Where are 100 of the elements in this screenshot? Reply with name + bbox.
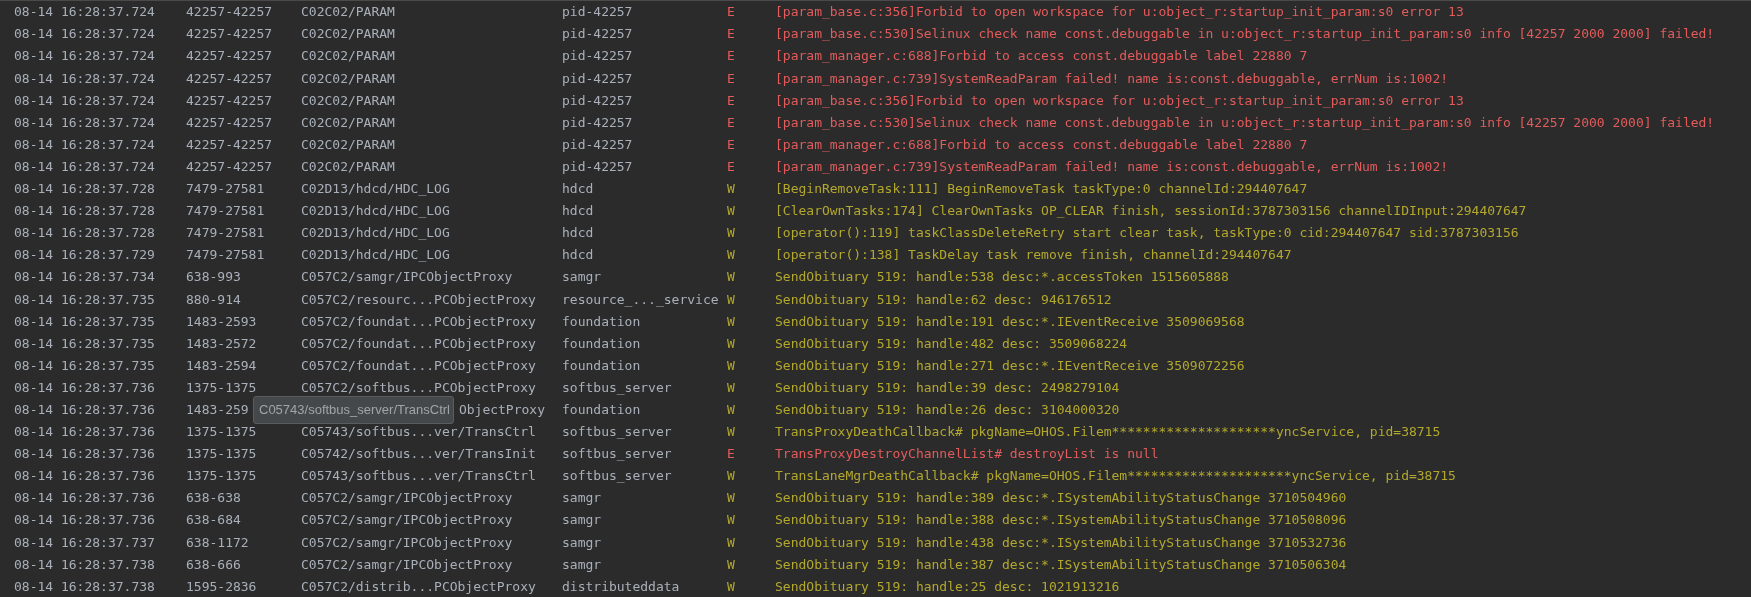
time-cell: 08-14 16:28:37.728 bbox=[14, 203, 155, 219]
app-cell: resource_..._service bbox=[562, 291, 719, 307]
tag-cell-text: C057C2/resourc...PCObjectProxy bbox=[301, 290, 536, 309]
app-cell: samgr bbox=[562, 556, 602, 572]
message-cell: [param_base.c:530]Selinux check name const.debuggable in u:object_r:startup_init_param:s0 info [42257 2000 2000] failed! bbox=[775, 26, 1715, 42]
level-cell: W bbox=[727, 534, 735, 550]
pid-cell: 1375-1375 bbox=[186, 379, 257, 395]
message-cell: [param_manager.c:688]Forbid to access const.debuggable label 22880 7 bbox=[775, 48, 1308, 64]
tag-cell-text: C02C02/PARAM bbox=[301, 135, 395, 154]
tag-cell-text: C02D13/hdcd/HDC_LOG bbox=[301, 202, 450, 221]
tag-cell-text: C057C2/foundat...PCObjectProxy bbox=[301, 356, 536, 375]
pid-cell: 42257-42257 bbox=[186, 48, 273, 64]
pid-cell: 7479-27581 bbox=[186, 247, 265, 263]
tag-cell-text: C02C02/PARAM bbox=[301, 25, 395, 44]
message-cell: TransLaneMgrDeathCallback# pkgName=OHOS.Filem*********************yncService, pid=38715 bbox=[775, 468, 1456, 484]
level-cell: W bbox=[727, 203, 735, 219]
app-cell: softbus_server bbox=[562, 424, 672, 440]
app-cell: samgr bbox=[562, 534, 602, 550]
pid-cell: 7479-27581 bbox=[186, 225, 265, 241]
pid-cell: 638-1172 bbox=[186, 534, 249, 550]
app-cell: foundation bbox=[562, 313, 641, 329]
time-cell: 08-14 16:28:37.734 bbox=[14, 269, 155, 285]
time-cell: 08-14 16:28:37.736 bbox=[14, 490, 155, 506]
app-cell: softbus_server bbox=[562, 446, 672, 462]
pid-cell: 638-666 bbox=[186, 556, 241, 572]
time-cell: 08-14 16:28:37.736 bbox=[14, 402, 155, 417]
tag-cell-text: C02C02/PARAM bbox=[301, 69, 395, 88]
message-cell: SendObituary 519: handle:271 desc:*.IEventReceive 3509072256 bbox=[775, 357, 1245, 373]
tooltip: C05743/softbus_server/TransCtrl bbox=[253, 396, 454, 424]
message-cell: SendObituary 519: handle:482 desc: 3509068224 bbox=[775, 335, 1128, 351]
pid-cell: 1375-1375 bbox=[186, 424, 257, 440]
tag-cell-text: C02C02/PARAM bbox=[301, 113, 395, 132]
message-cell: [param_base.c:530]Selinux check name const.debuggable in u:object_r:startup_init_param:s0 info [42257 2000 2000] failed! bbox=[775, 114, 1715, 130]
message-cell: SendObituary 519: handle:438 desc:*.ISystemAbilityStatusChange 3710532736 bbox=[775, 534, 1347, 550]
message-cell: [operator():138] TaskDelay task remove finish, channelId:294407647 bbox=[775, 247, 1292, 263]
time-cell: 08-14 16:28:37.724 bbox=[14, 70, 155, 86]
pid-cell: 7479-27581 bbox=[186, 181, 265, 197]
time-cell: 08-14 16:28:37.728 bbox=[14, 181, 155, 197]
level-cell: E bbox=[727, 26, 735, 42]
level-cell: W bbox=[727, 402, 735, 417]
app-cell: distributeddata bbox=[562, 578, 680, 594]
level-cell: W bbox=[727, 512, 735, 528]
tag-cell-text: C02C02/PARAM bbox=[301, 91, 395, 110]
message-cell: SendObituary 519: handle:26 desc: 3104000320 bbox=[775, 402, 1120, 417]
message-cell: [param_base.c:356]Forbid to open workspace for u:object_r:startup_init_param:s0 error 13 bbox=[775, 92, 1464, 108]
level-cell: W bbox=[727, 225, 735, 241]
level-cell: W bbox=[727, 556, 735, 572]
time-cell: 08-14 16:28:37.736 bbox=[14, 446, 155, 462]
message-cell: [param_manager.c:739]SystemReadParam failed! name is:const.debuggable, errNum is:1002! bbox=[775, 70, 1449, 86]
app-cell: foundation bbox=[562, 335, 641, 351]
tag-cell-text: C057C2/samgr/IPCObjectProxy bbox=[301, 511, 513, 530]
time-cell: 08-14 16:28:37.728 bbox=[14, 225, 155, 241]
app-cell: foundation bbox=[562, 357, 641, 373]
message-cell: SendObituary 519: handle:25 desc: 1021913216 bbox=[775, 578, 1120, 594]
message-cell: TransProxyDeathCallback# pkgName=OHOS.Filem*********************yncService, pid=38715 bbox=[775, 424, 1441, 440]
time-cell: 08-14 16:28:37.724 bbox=[14, 92, 155, 108]
time-cell: 08-14 16:28:37.736 bbox=[14, 424, 155, 440]
tag-cell-text: C02C02/PARAM bbox=[301, 157, 395, 176]
app-cell: hdcd bbox=[562, 225, 594, 241]
time-cell: 08-14 16:28:37.724 bbox=[14, 48, 155, 64]
message-cell: SendObituary 519: handle:191 desc:*.IEventReceive 3509069568 bbox=[775, 313, 1245, 329]
pid-cell: 1483-2572 bbox=[186, 335, 257, 351]
level-cell: W bbox=[727, 468, 735, 484]
message-cell: TransProxyDestroyChannelList# destroyList is null bbox=[775, 446, 1159, 462]
level-cell: E bbox=[727, 48, 735, 64]
app-cell: pid-42257 bbox=[562, 26, 633, 42]
app-cell: softbus_server bbox=[562, 468, 672, 484]
pid-cell: 42257-42257 bbox=[186, 158, 273, 174]
time-cell: 08-14 16:28:37.738 bbox=[14, 578, 155, 594]
app-cell: pid-42257 bbox=[562, 70, 633, 86]
level-cell: E bbox=[727, 114, 735, 130]
time-cell: 08-14 16:28:37.735 bbox=[14, 357, 155, 373]
time-cell: 08-14 16:28:37.724 bbox=[14, 114, 155, 130]
level-cell: W bbox=[727, 490, 735, 506]
level-cell: E bbox=[727, 446, 735, 462]
time-cell: 08-14 16:28:37.735 bbox=[14, 335, 155, 351]
tag-cell-text: C05742/softbus...ver/TransInit bbox=[301, 445, 536, 464]
message-cell: SendObituary 519: handle:388 desc:*.ISystemAbilityStatusChange 3710508096 bbox=[775, 512, 1347, 528]
app-cell: pid-42257 bbox=[562, 4, 633, 20]
app-cell: hdcd bbox=[562, 247, 594, 263]
time-cell: 08-14 16:28:37.736 bbox=[14, 468, 155, 484]
tag-cell-text: C057C2/foundat...PCObjectProxy bbox=[301, 312, 536, 331]
time-cell: 08-14 16:28:37.724 bbox=[14, 158, 155, 174]
tag-cell-text: C05743/softbus...ver/TransCtrl bbox=[301, 423, 536, 442]
tag-cell-text: C057C2/samgr/IPCObjectProxy bbox=[301, 489, 513, 508]
time-cell: 08-14 16:28:37.735 bbox=[14, 313, 155, 329]
level-cell: W bbox=[727, 313, 735, 329]
time-cell: 08-14 16:28:37.738 bbox=[14, 556, 155, 572]
tag-cell-text: C05743/softbus...ver/TransCtrl bbox=[301, 467, 536, 486]
tag-cell-text: C02C02/PARAM bbox=[301, 3, 395, 22]
time-cell: 08-14 16:28:37.724 bbox=[14, 4, 155, 20]
app-cell: pid-42257 bbox=[562, 158, 633, 174]
message-cell: [BeginRemoveTask:111] BeginRemoveTask taskType:0 channelId:294407647 bbox=[775, 181, 1308, 197]
level-cell: W bbox=[727, 291, 735, 307]
tag-cell-text: C057C2/samgr/IPCObjectProxy bbox=[301, 555, 513, 574]
tag-cell-text: C057C2/distrib...PCObjectProxy bbox=[301, 577, 536, 596]
message-cell: SendObituary 519: handle:387 desc:*.ISystemAbilityStatusChange 3710506304 bbox=[775, 556, 1347, 572]
message-cell: SendObituary 519: handle:389 desc:*.ISystemAbilityStatusChange 3710504960 bbox=[775, 490, 1347, 506]
tag-cell-text: C02D13/hdcd/HDC_LOG bbox=[301, 246, 450, 265]
app-cell: pid-42257 bbox=[562, 48, 633, 64]
